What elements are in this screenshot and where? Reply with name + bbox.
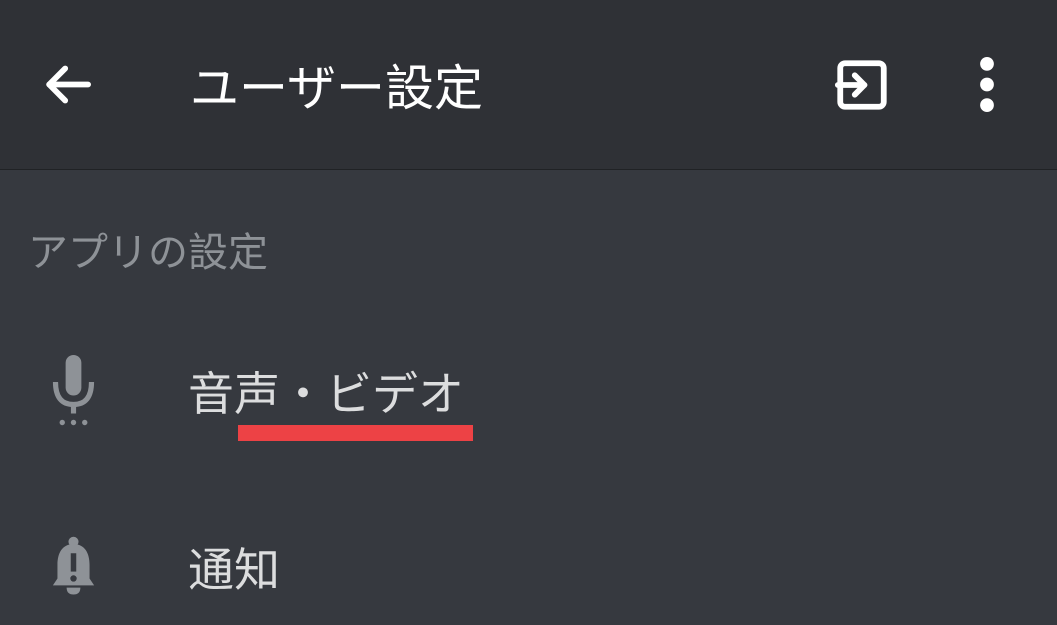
app-header: ユーザー設定 [0,0,1057,170]
settings-content: アプリの設定 音声・ビデオ 通知 [0,170,1057,625]
logout-button[interactable] [827,50,897,120]
back-arrow-icon [40,57,95,112]
page-title: ユーザー設定 [190,49,827,120]
microphone-icon [28,355,118,427]
highlight-underline [238,425,473,441]
settings-item-voice-video[interactable]: 音声・ビデオ [28,333,1029,449]
back-button[interactable] [30,47,105,122]
settings-item-notifications[interactable]: 通知 [28,509,1029,625]
bell-alert-icon [28,531,118,603]
more-vertical-icon [980,57,994,112]
more-options-button[interactable] [957,55,1017,115]
section-header: アプリの設定 [28,220,1029,278]
logout-icon [833,56,891,114]
settings-item-label: 通知 [188,534,280,600]
settings-item-label: 音声・ビデオ [188,358,464,424]
